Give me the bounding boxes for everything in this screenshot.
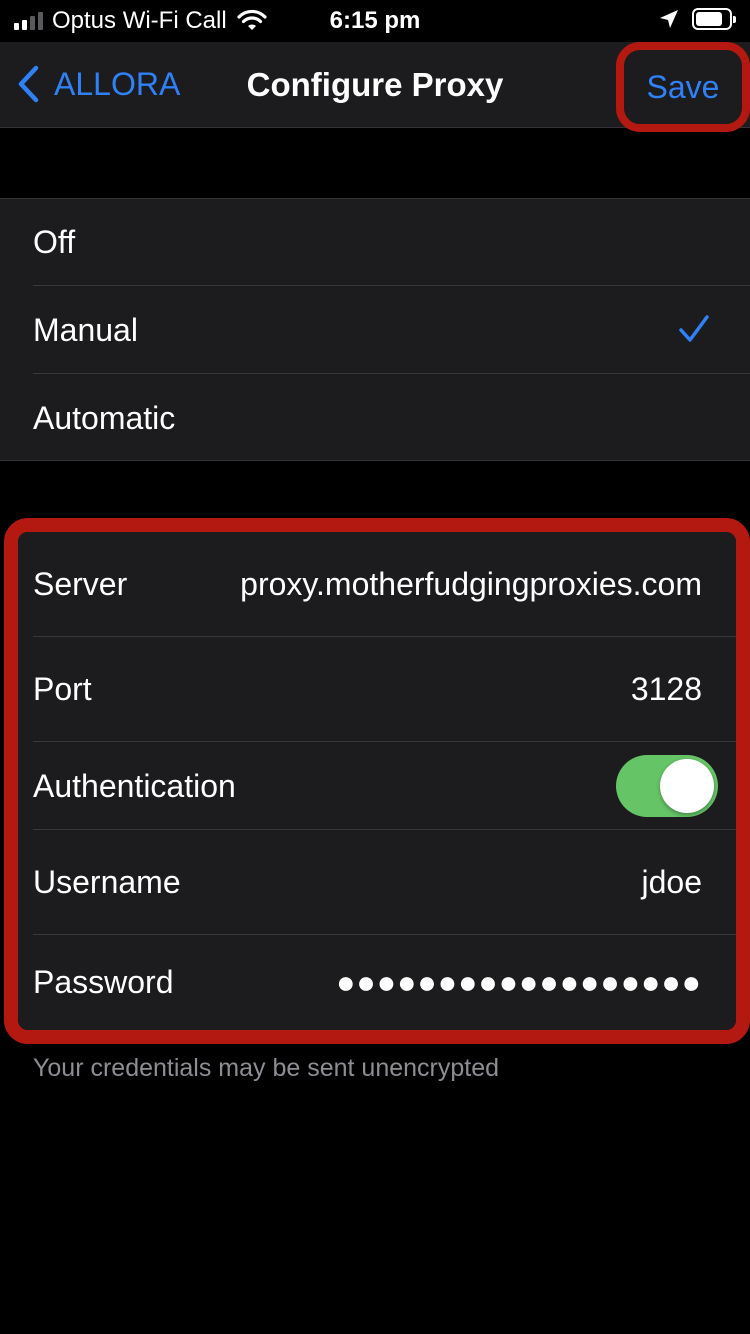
- proxy-mode-off[interactable]: Off: [0, 199, 750, 286]
- save-button-highlight: Save: [616, 42, 750, 132]
- server-label: Server: [33, 566, 128, 602]
- back-button-label: ALLORA: [54, 65, 181, 102]
- toggle-knob: [660, 759, 714, 813]
- proxy-mode-label: Manual: [33, 312, 138, 348]
- username-row: Username: [18, 830, 736, 935]
- back-button[interactable]: ALLORA: [16, 62, 180, 106]
- location-arrow-icon: [660, 10, 678, 28]
- save-button[interactable]: Save: [624, 50, 742, 124]
- chevron-left-icon: [18, 65, 39, 103]
- proxy-mode-manual[interactable]: Manual: [0, 287, 750, 374]
- status-right: [658, 8, 736, 30]
- server-field[interactable]: [182, 566, 702, 603]
- proxy-mode-label: Automatic: [33, 400, 176, 436]
- username-label: Username: [33, 864, 181, 900]
- status-time: 6:15 pm: [329, 7, 421, 34]
- password-row: Password ●●●●●●●●●●●●●●●●●●: [18, 935, 736, 1030]
- navigation-bar: ALLORA Configure Proxy Save: [0, 42, 750, 132]
- proxy-mode-label: Off: [33, 224, 76, 260]
- battery-icon: [692, 8, 736, 30]
- username-field[interactable]: [402, 864, 702, 901]
- port-field[interactable]: [502, 671, 702, 708]
- credentials-warning: Your credentials may be sent unencrypted: [33, 1054, 500, 1082]
- authentication-row: Authentication: [18, 742, 736, 830]
- password-field[interactable]: ●●●●●●●●●●●●●●●●●●: [336, 964, 702, 1001]
- proxy-settings-group: Server Port Authentication Username Pass…: [18, 532, 736, 1030]
- authentication-label: Authentication: [33, 767, 236, 804]
- password-label: Password: [33, 964, 174, 1000]
- checkmark-icon: [679, 315, 709, 342]
- status-bar: Optus Wi-Fi Call 6:15 pm: [0, 0, 750, 42]
- port-label: Port: [33, 671, 92, 707]
- authentication-toggle[interactable]: [616, 755, 718, 817]
- proxy-mode-automatic[interactable]: Automatic: [0, 375, 750, 462]
- port-row: Port: [18, 637, 736, 742]
- proxy-mode-list: Off Manual Automatic: [0, 198, 750, 461]
- server-row: Server: [18, 532, 736, 637]
